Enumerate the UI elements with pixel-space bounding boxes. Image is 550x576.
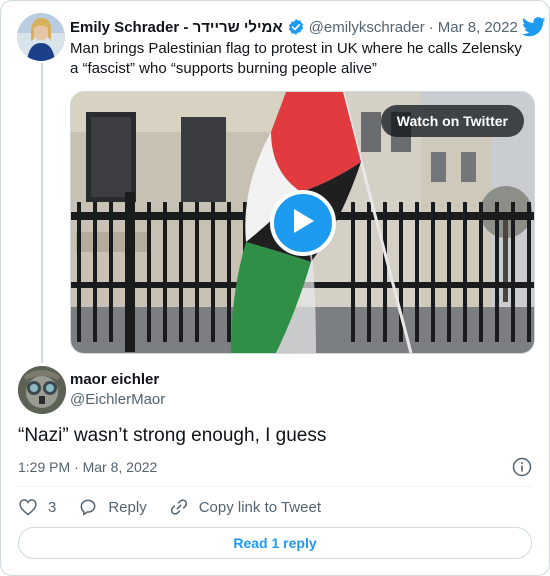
reply-label: Reply (108, 498, 147, 516)
play-icon (290, 207, 316, 240)
copy-link-button[interactable]: Copy link to Tweet (169, 497, 321, 517)
tweet-embed-card: Emily Schrader - אמילי שריידר @emilyksch… (0, 0, 550, 576)
tweet-actions: 3 Reply Copy link to Tweet (18, 497, 343, 517)
parent-author-handle[interactable]: @emilykschrader (309, 19, 425, 36)
like-count: 3 (48, 498, 57, 516)
reply-author-name[interactable]: maor eichler (70, 371, 159, 388)
reply-time: 1:29 PM (18, 459, 71, 475)
header-separator: · (428, 18, 434, 36)
parent-tweet-header: Emily Schrader - אמילי שריידר @emilyksch… (70, 16, 546, 38)
watch-on-twitter-button[interactable]: Watch on Twitter (380, 105, 524, 137)
like-button[interactable]: 3 (18, 497, 56, 517)
maor-avatar[interactable] (18, 366, 66, 414)
copy-link-label: Copy link to Tweet (198, 498, 321, 516)
reply-icon (80, 499, 96, 516)
parent-tweet-text: Man brings Palestinian flag to protest i… (70, 40, 522, 77)
divider (18, 486, 532, 487)
thread-line (41, 63, 43, 363)
parent-author-name[interactable]: Emily Schrader - אמילי שריידר (70, 19, 283, 36)
reply-tweet-text: “Nazi” wasn’t strong enough, I guess (18, 425, 327, 446)
play-button[interactable] (270, 190, 336, 256)
emily-avatar[interactable] (17, 13, 65, 61)
verified-badge-icon (287, 18, 305, 36)
video-thumbnail[interactable]: Watch on Twitter (70, 91, 535, 354)
meta-separator: · (74, 459, 79, 475)
parent-tweet-date[interactable]: Mar 8, 2022 (438, 19, 518, 36)
heart-icon (19, 499, 37, 516)
reply-date: Mar 8, 2022 (82, 459, 158, 475)
read-replies-button[interactable]: Read 1 reply (18, 527, 532, 559)
info-icon[interactable] (512, 457, 532, 477)
reply-button[interactable]: Reply (78, 497, 147, 517)
twitter-bird-icon[interactable] (521, 16, 546, 38)
link-icon (170, 499, 187, 515)
reply-timestamp[interactable]: 1:29 PM · Mar 8, 2022 (18, 459, 157, 475)
reply-author-handle[interactable]: @EichlerMaor (70, 391, 165, 408)
